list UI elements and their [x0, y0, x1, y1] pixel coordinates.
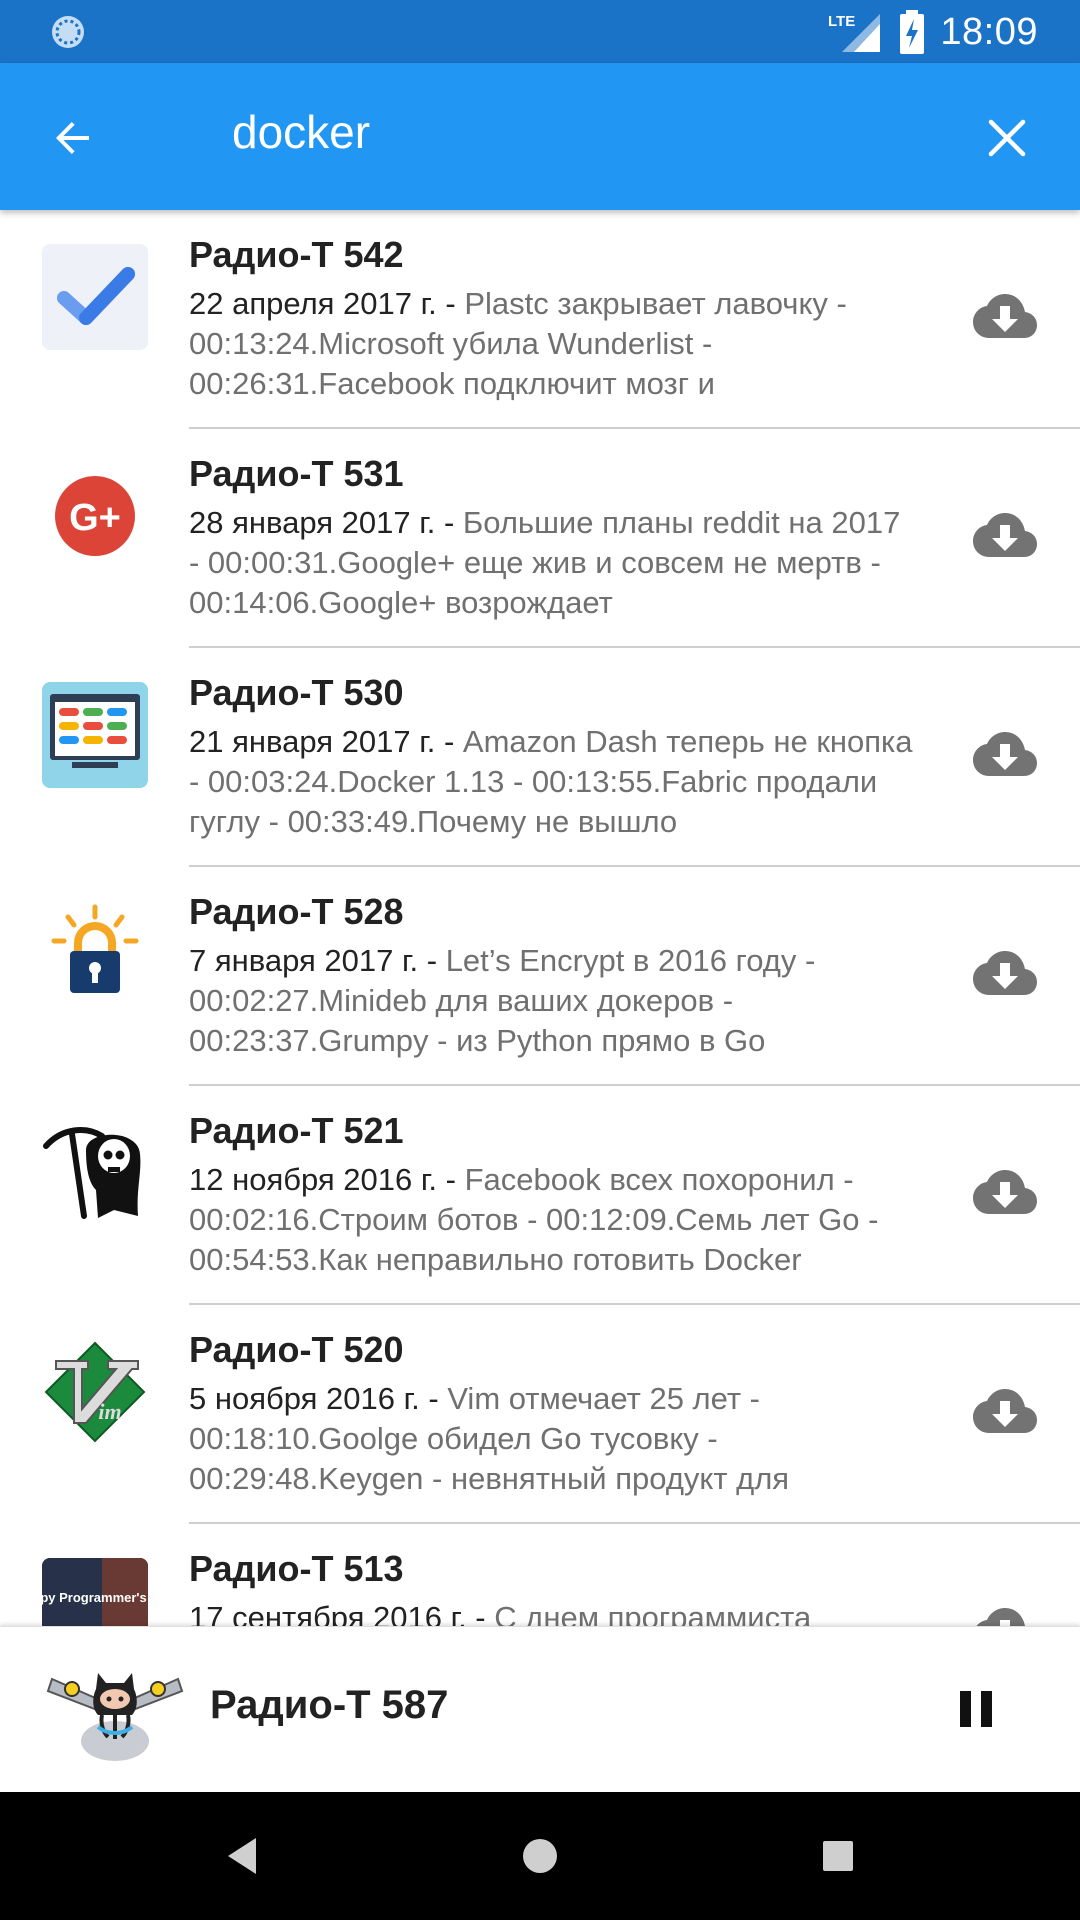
- cloud-download-icon: [976, 1608, 1025, 1626]
- nav-home-icon: [523, 1839, 557, 1873]
- vim-logo-thumb: im: [42, 1339, 148, 1445]
- vim-label: im: [98, 1399, 121, 1424]
- programmers-day-label: Happy Programmer's Day: [42, 1590, 148, 1605]
- download-button[interactable]: [972, 1606, 1038, 1626]
- episode-item[interactable]: Радио-Т 530 21 января 2017 г. - Amazon D…: [0, 648, 1080, 867]
- close-icon: [988, 119, 1026, 157]
- episode-description: 22 апреля 2017 г. - Plastc закрывает лав…: [189, 284, 919, 404]
- episode-description: 5 ноября 2016 г. - Vim отмечает 25 лет -…: [189, 1379, 919, 1499]
- episode-item[interactable]: G+ Радио-Т 531 28 января 2017 г. - Больш…: [0, 429, 1080, 648]
- episode-title: Радио-Т 542: [189, 234, 404, 275]
- episode-title: Радио-Т 520: [189, 1329, 404, 1370]
- wunderlist-check-thumb: [42, 244, 148, 350]
- pause-icon: [960, 1691, 992, 1727]
- search-input[interactable]: docker: [232, 105, 370, 159]
- mini-player[interactable]: Радио-Т 587: [0, 1626, 1080, 1792]
- download-button[interactable]: [972, 1387, 1038, 1437]
- cloud-download-icon: [973, 732, 1037, 776]
- dashboard-screen-thumb: [42, 682, 148, 788]
- episode-title: Радио-Т 530: [189, 672, 404, 713]
- download-button[interactable]: [972, 949, 1038, 999]
- nav-back-button[interactable]: [212, 1826, 272, 1886]
- episode-date: 22 апреля 2017 г. -: [189, 286, 465, 321]
- status-time: 18:09: [940, 10, 1038, 53]
- episode-title: Радио-Т 531: [189, 453, 404, 494]
- nav-recents-button[interactable]: [808, 1826, 868, 1886]
- episode-date: 12 ноября 2016 г. -: [189, 1162, 465, 1197]
- download-button[interactable]: [972, 292, 1038, 342]
- cloud-download-icon: [973, 951, 1037, 995]
- clear-search-button[interactable]: [972, 103, 1042, 173]
- status-bar: LTE 18:09: [0, 0, 1080, 63]
- episode-list[interactable]: Радио-Т 542 22 апреля 2017 г. - Plastc з…: [0, 210, 1080, 1626]
- octocat-winged-art: [46, 1673, 184, 1761]
- episode-description: 21 января 2017 г. - Amazon Dash теперь н…: [189, 722, 919, 842]
- programmers-day-thumb: Happy Programmer's Day: [42, 1558, 148, 1626]
- cloud-download-icon: [973, 1389, 1037, 1433]
- episode-date: 21 января 2017 г. -: [189, 724, 463, 759]
- download-button[interactable]: [972, 1168, 1038, 1218]
- episode-item[interactable]: Радио-Т 521 12 ноября 2016 г. - Facebook…: [0, 1086, 1080, 1305]
- search-app-bar: docker: [0, 63, 1080, 210]
- episode-item[interactable]: Радио-Т 542 22 апреля 2017 г. - Plastc з…: [0, 210, 1080, 429]
- now-playing-title: Радио-Т 587: [210, 1683, 449, 1727]
- back-button[interactable]: [38, 103, 108, 173]
- nav-back-icon: [228, 1838, 256, 1874]
- cloud-download-icon: [973, 294, 1037, 338]
- episode-item[interactable]: im Радио-Т 520 5 ноября 2016 г. - Vim от…: [0, 1305, 1080, 1524]
- episode-date: 7 января 2017 г. -: [189, 943, 446, 978]
- cloud-download-icon: [973, 513, 1037, 557]
- pause-button[interactable]: [948, 1681, 1004, 1737]
- episode-item[interactable]: Радио-Т 528 7 января 2017 г. - Let’s Enc…: [0, 867, 1080, 1086]
- episode-date: 28 января 2017 г. -: [189, 505, 463, 540]
- battery-charging-icon: [900, 10, 925, 54]
- episode-description: 12 ноября 2016 г. - Facebook всех похоро…: [189, 1160, 919, 1280]
- episode-title: Радио-Т 521: [189, 1110, 404, 1151]
- episode-date: 17 сентября 2016 г. -: [189, 1600, 495, 1626]
- cloud-download-icon: [973, 1170, 1037, 1214]
- episode-summary: С днем программиста: [494, 1600, 812, 1626]
- download-button[interactable]: [972, 511, 1038, 561]
- google-plus-label: G+: [69, 497, 121, 539]
- arrow-back-icon: [56, 122, 89, 154]
- episode-date: 5 ноября 2016 г. -: [189, 1381, 448, 1416]
- download-button[interactable]: [972, 730, 1038, 780]
- episode-title: Радио-Т 528: [189, 891, 404, 932]
- episode-description: 28 января 2017 г. - Большие планы reddit…: [189, 503, 919, 623]
- nav-home-button[interactable]: [510, 1826, 570, 1886]
- episode-description: 7 января 2017 г. - Let’s Encrypt в 2016 …: [189, 941, 919, 1061]
- padlock-sun-thumb: [42, 901, 148, 1007]
- lte-signal-icon: LTE: [828, 13, 881, 52]
- status-icons: LTE 18:09: [824, 8, 1038, 56]
- sync-icon: [52, 16, 84, 48]
- episode-title: Радио-Т 513: [189, 1548, 404, 1589]
- system-nav-bar: [0, 1792, 1080, 1920]
- episode-description: 17 сентября 2016 г. - С днем программист…: [189, 1598, 919, 1626]
- grim-reaper-thumb: [42, 1120, 148, 1226]
- google-plus-thumb: G+: [42, 463, 148, 569]
- network-type-label: LTE: [828, 13, 855, 30]
- episode-item[interactable]: Happy Programmer's Day Радио-Т 513 17 се…: [0, 1524, 1080, 1626]
- nav-recents-icon: [823, 1841, 853, 1871]
